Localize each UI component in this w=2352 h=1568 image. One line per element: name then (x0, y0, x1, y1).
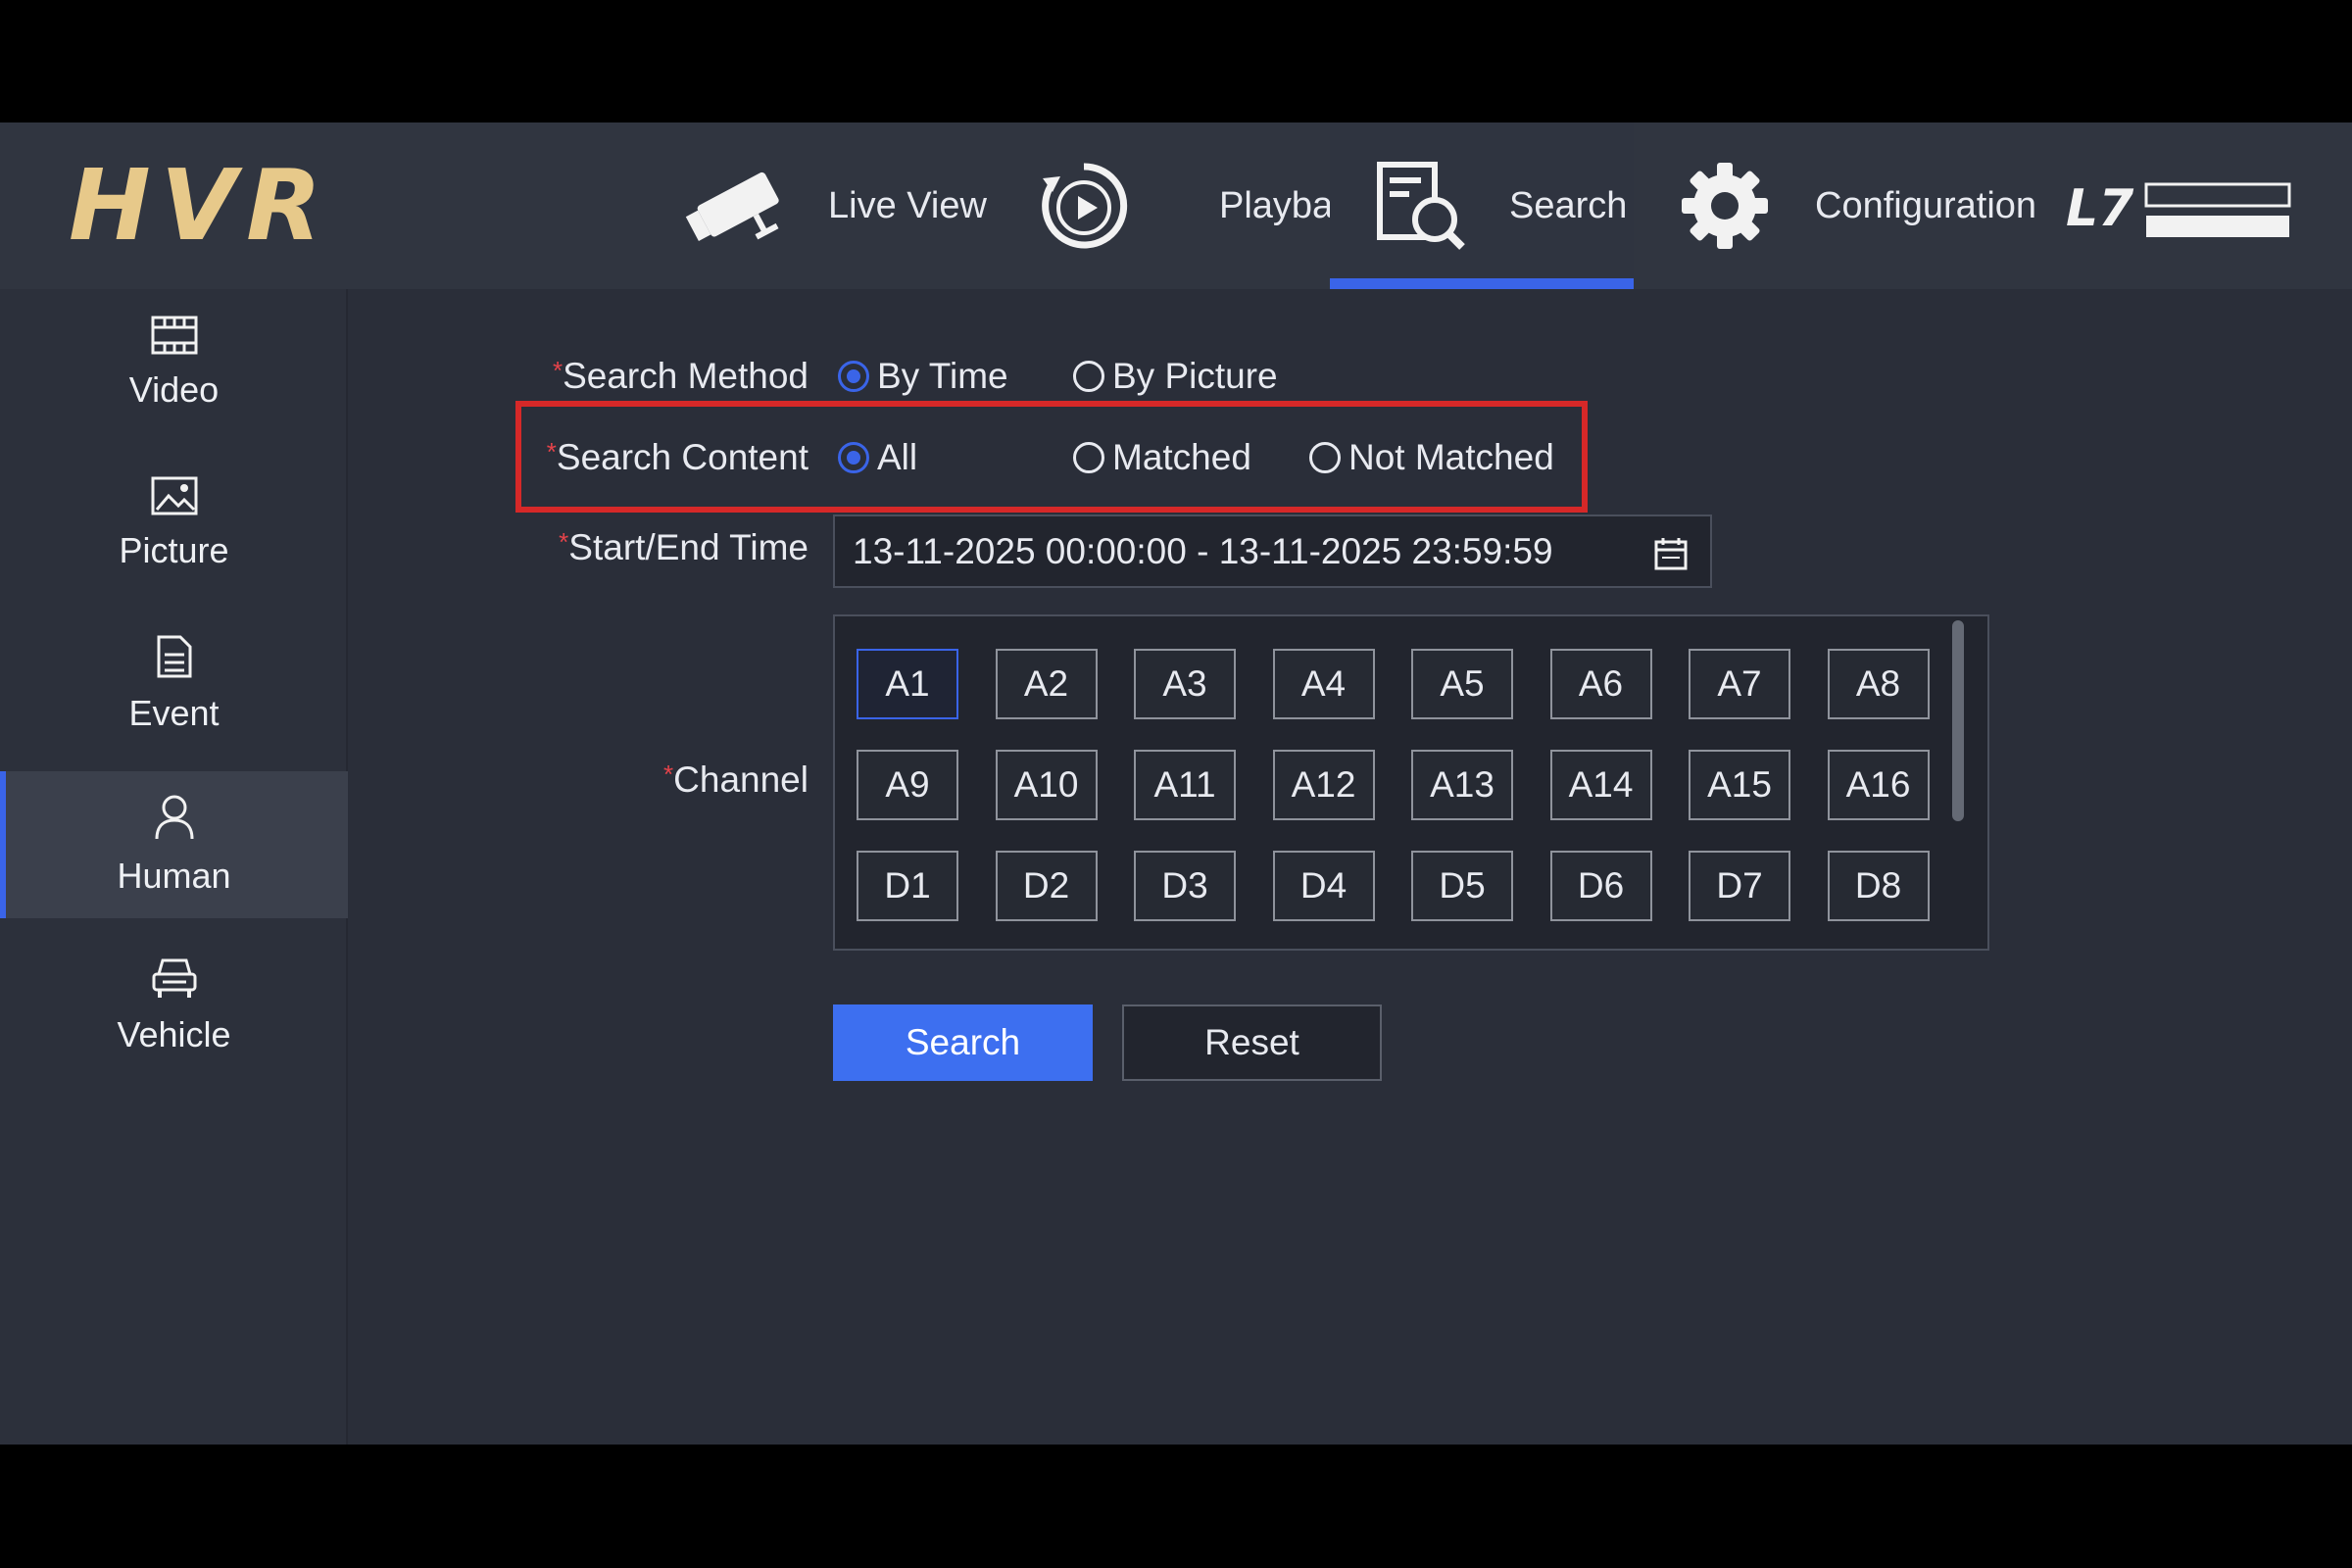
gear-icon (1678, 159, 1772, 253)
person-icon (153, 794, 196, 846)
radio-dot (838, 442, 869, 473)
channel-button-d6[interactable]: D6 (1549, 851, 1652, 921)
letterbox-top (0, 0, 2352, 122)
radio-dot (1073, 442, 1104, 473)
sidebar-item-vehicle[interactable]: Vehicle (0, 932, 348, 1079)
app-window: HVR Live View Playback Search Configurat… (0, 122, 2352, 1445)
nav-label: Live View (828, 184, 987, 226)
sidebar-item-label: Video (128, 368, 220, 410)
search-button[interactable]: Search (833, 1004, 1093, 1081)
sidebar: Video Picture Event Human Vehicle (0, 289, 348, 1445)
film-icon (151, 316, 198, 360)
channel-button-d2[interactable]: D2 (995, 851, 1098, 921)
channel-button-a14[interactable]: A14 (1549, 750, 1652, 820)
sidebar-item-label: Picture (119, 529, 229, 570)
channel-button-a16[interactable]: A16 (1827, 750, 1930, 820)
time-range-value: 13-11-2025 00:00:00 - 13-11-2025 23:59:5… (853, 530, 1553, 571)
channel-button-a9[interactable]: A9 (857, 750, 958, 820)
sidebar-item-human[interactable]: Human (0, 771, 348, 918)
channel-button-d3[interactable]: D3 (1134, 851, 1236, 921)
sidebar-item-label: Human (117, 855, 231, 896)
search-content-label: *Search Content (546, 437, 808, 477)
search-method-label: *Search Method (552, 356, 808, 396)
document-icon (155, 635, 194, 683)
channel-button-d4[interactable]: D4 (1272, 851, 1375, 921)
radio-all[interactable]: All (838, 437, 917, 478)
required-mark: * (559, 527, 569, 557)
channel-button-a13[interactable]: A13 (1411, 750, 1513, 820)
channel-button-a2[interactable]: A2 (995, 649, 1098, 719)
channel-scrollbar[interactable] (1952, 620, 1964, 821)
channel-button-a8[interactable]: A8 (1827, 649, 1930, 719)
channel-panel: A1 A2 A3 A4 A5 A6 A7 A8 A9 A10 A11 A12 A13 A14 A15 A16 D… (833, 614, 1989, 951)
calendar-icon[interactable] (1653, 536, 1689, 580)
playback-icon (1037, 159, 1131, 253)
channel-button-a11[interactable]: A11 (1134, 750, 1236, 820)
car-icon (151, 956, 198, 1004)
required-mark: * (552, 356, 564, 385)
radio-dot (1309, 442, 1341, 473)
letterbox-bottom (0, 1445, 2352, 1568)
required-mark: * (663, 760, 674, 789)
svg-text:L7: L7 (2066, 179, 2134, 238)
channel-label: *Channel (663, 760, 808, 800)
radio-dot (1073, 361, 1104, 392)
nav-live-view[interactable]: Live View (681, 122, 987, 289)
nav-search[interactable]: Search (1330, 122, 1634, 289)
sidebar-item-event[interactable]: Event (0, 611, 348, 758)
image-icon (151, 476, 198, 520)
nav-label: Configuration (1815, 184, 2037, 226)
channel-button-a15[interactable]: A15 (1689, 750, 1790, 820)
channel-button-a3[interactable]: A3 (1134, 649, 1236, 719)
channel-button-a12[interactable]: A12 (1272, 750, 1375, 820)
radio-by-time[interactable]: By Time (838, 356, 1008, 397)
nav-playback[interactable]: Playback (1037, 122, 1370, 289)
hvr-logo: HVR (69, 148, 332, 263)
sidebar-item-label: Event (128, 692, 220, 733)
nav-label: Search (1509, 184, 1628, 226)
hikvisionland-logo: L7 (2066, 176, 2291, 245)
sidebar-item-label: Vehicle (117, 1013, 231, 1054)
channel-button-a6[interactable]: A6 (1549, 649, 1652, 719)
channel-button-d8[interactable]: D8 (1827, 851, 1930, 921)
top-nav-bar: HVR Live View Playback Search Configurat… (0, 122, 2352, 289)
search-document-icon (1374, 159, 1468, 253)
channel-button-d5[interactable]: D5 (1411, 851, 1513, 921)
nav-configuration[interactable]: Configuration (1678, 122, 2036, 289)
channel-button-a10[interactable]: A10 (995, 750, 1098, 820)
channel-button-a4[interactable]: A4 (1272, 649, 1375, 719)
radio-not-matched[interactable]: Not Matched (1309, 437, 1554, 478)
required-mark: * (546, 437, 557, 466)
sidebar-item-video[interactable]: Video (0, 289, 348, 436)
channel-button-d1[interactable]: D1 (857, 851, 958, 921)
radio-dot (838, 361, 869, 392)
start-end-time-field[interactable]: 13-11-2025 00:00:00 - 13-11-2025 23:59:5… (833, 514, 1712, 588)
start-end-time-label: *Start/End Time (559, 527, 808, 567)
radio-matched[interactable]: Matched (1073, 437, 1251, 478)
sidebar-item-picture[interactable]: Picture (0, 450, 348, 597)
camera-icon (681, 157, 799, 255)
radio-by-picture[interactable]: By Picture (1073, 356, 1278, 397)
reset-button[interactable]: Reset (1122, 1004, 1382, 1081)
channel-button-a1[interactable]: A1 (857, 649, 958, 719)
channel-button-d7[interactable]: D7 (1689, 851, 1790, 921)
channel-button-a5[interactable]: A5 (1411, 649, 1513, 719)
channel-button-a7[interactable]: A7 (1689, 649, 1790, 719)
